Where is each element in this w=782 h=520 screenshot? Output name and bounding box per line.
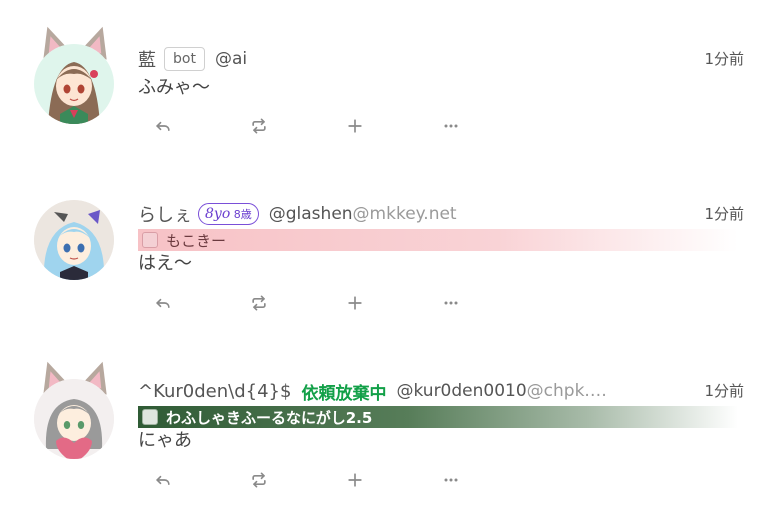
user-name[interactable]: ^Kur0den\d{4}$	[138, 381, 291, 402]
instance-ticker[interactable]: わふしゃきふーるなにがし2.5	[138, 406, 738, 428]
note-item[interactable]: 藍 bot @ai 1分前 ふみゃ〜	[0, 0, 782, 170]
age-badge: 8yo 8歳	[198, 203, 259, 225]
note-time[interactable]: 1分前	[698, 46, 744, 72]
renote-icon[interactable]	[246, 113, 272, 139]
user-acct[interactable]: @glashen@mkkey.net	[269, 204, 457, 224]
more-icon[interactable]	[438, 467, 464, 493]
instance-ticker[interactable]: もこきー	[138, 229, 738, 251]
age-badge-main: 8yo	[205, 206, 231, 222]
plus-icon[interactable]	[342, 113, 368, 139]
note-header: らしぇ 8yo 8歳 @glashen@mkkey.net 1分前	[138, 201, 744, 227]
renote-icon[interactable]	[246, 467, 272, 493]
note-item[interactable]: ^Kur0den\d{4}$ 依頼放棄中 @kur0den0010@chpk.……	[0, 345, 782, 520]
user-acct-handle: @kur0den0010	[396, 381, 527, 401]
user-acct-host: @chpk.…	[526, 381, 607, 401]
note-time[interactable]: 1分前	[698, 201, 744, 227]
more-icon[interactable]	[438, 290, 464, 316]
user-name[interactable]: らしぇ	[138, 201, 192, 227]
note-actions	[150, 290, 464, 316]
instance-name: わふしゃきふーるなにがし2.5	[166, 408, 373, 427]
user-name[interactable]: 藍	[138, 46, 156, 72]
user-acct-host: @mkkey.net	[352, 204, 457, 224]
more-icon[interactable]	[438, 113, 464, 139]
reply-icon[interactable]	[150, 467, 176, 493]
note-time[interactable]: 1分前	[698, 378, 744, 404]
avatar[interactable]	[34, 22, 116, 124]
avatar[interactable]	[34, 357, 116, 459]
note-actions	[150, 467, 464, 493]
renote-icon[interactable]	[246, 290, 272, 316]
user-acct[interactable]: @ai	[215, 49, 247, 69]
note-text: にゃあ	[138, 430, 192, 451]
reply-icon[interactable]	[150, 113, 176, 139]
note-item[interactable]: らしぇ 8yo 8歳 @glashen@mkkey.net 1分前 もこきー は…	[0, 170, 782, 345]
note-header: 藍 bot @ai 1分前	[138, 46, 744, 72]
note-header: ^Kur0den\d{4}$ 依頼放棄中 @kur0den0010@chpk.……	[138, 378, 744, 404]
plus-icon[interactable]	[342, 290, 368, 316]
note-actions	[150, 113, 464, 139]
avatar-image	[34, 44, 114, 124]
instance-name: もこきー	[166, 231, 227, 250]
avatar-image	[34, 200, 114, 280]
user-acct-handle: @glashen	[268, 204, 353, 224]
avatar-image	[34, 379, 114, 459]
bot-badge: bot	[164, 47, 205, 71]
note-text: はえ〜	[138, 253, 192, 274]
age-badge-sub: 8歳	[233, 208, 252, 221]
plus-icon[interactable]	[342, 467, 368, 493]
note-text: ふみゃ〜	[138, 77, 210, 98]
user-status-label: 依頼放棄中	[301, 383, 387, 404]
reply-icon[interactable]	[150, 290, 176, 316]
instance-icon	[142, 232, 158, 248]
user-acct-handle: @ai	[214, 49, 248, 69]
avatar[interactable]	[34, 200, 114, 280]
user-acct[interactable]: @kur0den0010@chpk.…	[396, 381, 606, 401]
instance-icon	[142, 409, 158, 425]
